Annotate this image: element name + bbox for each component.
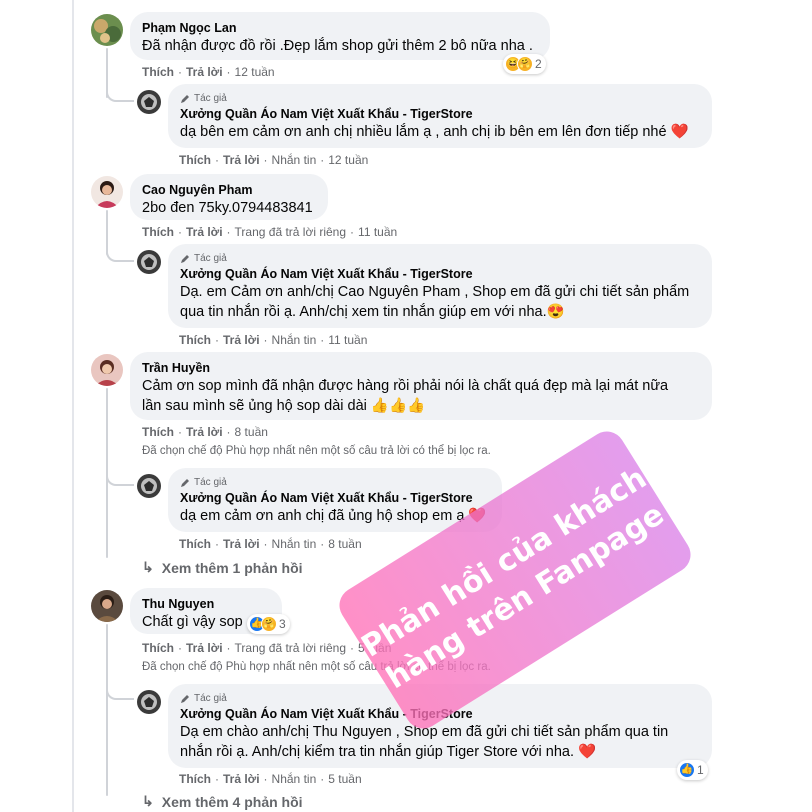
reply-time[interactable]: 5 tuần bbox=[328, 772, 361, 786]
reply-arrow-icon: ↳ bbox=[142, 793, 154, 809]
sent-status: Nhắn tin bbox=[271, 537, 317, 551]
private-reply-status: Trang đã trả lời riêng bbox=[234, 225, 347, 239]
like-action[interactable]: Thích bbox=[142, 425, 174, 439]
reply-action[interactable]: Trả lời bbox=[186, 225, 223, 239]
page-name[interactable]: Xưởng Quần Áo Nam Việt Xuất Khẩu - Tiger… bbox=[180, 106, 700, 122]
like-action[interactable]: Thích bbox=[142, 641, 174, 655]
pen-icon bbox=[181, 95, 189, 103]
sent-status: Nhắn tin bbox=[271, 333, 317, 347]
reply-text-line: Dạ. em Cảm ơn anh/chị Cao Nguyên Pham , … bbox=[180, 284, 690, 300]
reply-action[interactable]: Trả lời bbox=[186, 65, 223, 79]
thread-elbow bbox=[106, 238, 134, 262]
reply-bubble: Tác giả Xưởng Quần Áo Nam Việt Xuất Khẩu… bbox=[168, 244, 712, 328]
like-action[interactable]: Thích bbox=[179, 333, 211, 347]
like-action[interactable]: Thích bbox=[179, 537, 211, 551]
comment-bubble: Cao Nguyên Pham 2bo đen 75ky.0794483841 bbox=[130, 174, 328, 220]
reply-time[interactable]: 8 tuần bbox=[328, 537, 361, 551]
commenter-name[interactable]: Phạm Ngọc Lan bbox=[142, 20, 538, 36]
view-more-replies[interactable]: ↳ Xem thêm 1 phản hồi bbox=[142, 559, 303, 576]
thread-elbow bbox=[106, 462, 134, 486]
reply-text-line: Dạ em chào anh/chị Thu Nguyen , Shop em … bbox=[180, 724, 669, 740]
care-reaction-icon: 🤗 bbox=[261, 616, 277, 632]
like-action[interactable]: Thích bbox=[179, 772, 211, 786]
reply-action[interactable]: Trả lời bbox=[223, 153, 260, 167]
private-reply-status: Trang đã trả lời riêng bbox=[234, 641, 347, 655]
reaction-count: 1 bbox=[697, 763, 704, 777]
reply-action[interactable]: Trả lời bbox=[186, 425, 223, 439]
reply-time[interactable]: 11 tuần bbox=[328, 333, 367, 347]
comment-bubble: Phạm Ngọc Lan Đã nhận được đồ rồi .Đẹp l… bbox=[130, 12, 550, 60]
comment-text: Đã nhận được đồ rồi .Đẹp lắm shop gửi th… bbox=[142, 38, 533, 54]
reply-arrow-icon: ↳ bbox=[142, 559, 154, 575]
comment-text-line: Cảm ơn sop mình đã nhận được hàng rồi ph… bbox=[142, 378, 669, 394]
commenter-name[interactable]: Trần Huyền bbox=[142, 360, 700, 376]
sent-status: Nhắn tin bbox=[271, 153, 317, 167]
page-name[interactable]: Xưởng Quần Áo Nam Việt Xuất Khẩu - Tiger… bbox=[180, 490, 490, 506]
reply-action[interactable]: Trả lời bbox=[223, 333, 260, 347]
reply-actions: Thích · Trả lời · Nhắn tin · 8 tuần bbox=[179, 537, 362, 551]
avatar[interactable] bbox=[91, 590, 123, 622]
like-reaction-icon: 👍 bbox=[679, 762, 695, 778]
view-more-replies[interactable]: ↳ Xem thêm 4 phản hồi bbox=[142, 793, 303, 810]
like-action[interactable]: Thích bbox=[142, 65, 174, 79]
reply-action[interactable]: Trả lời bbox=[186, 641, 223, 655]
reply-action[interactable]: Trả lời bbox=[223, 772, 260, 786]
comment-time[interactable]: 12 tuần bbox=[235, 65, 275, 79]
reaction-summary[interactable]: 👍 🤗 3 bbox=[247, 614, 290, 634]
feed-left-border bbox=[72, 0, 74, 812]
reply-text-line: nhắn rồi ạ. Anh/chị kiểm tra tin nhắn gi… bbox=[180, 744, 597, 760]
comment-text-line: lần sau mình sẽ ủng hộ sop dài dài 👍👍👍 bbox=[142, 398, 426, 414]
reply-actions: Thích · Trả lời · Nhắn tin · 11 tuần bbox=[179, 333, 368, 347]
reaction-count: 2 bbox=[535, 57, 542, 71]
care-reaction-icon: 🤗 bbox=[517, 56, 533, 72]
reaction-summary[interactable]: 👍 1 bbox=[677, 760, 708, 780]
reply-text-line: qua tin nhắn rồi ạ. Anh/chị xem tin nhắn… bbox=[180, 304, 565, 320]
reply-text: dạ em cảm ơn anh chị đã ủng hộ shop em ạ… bbox=[180, 508, 487, 524]
reply-actions: Thích · Trả lời · Nhắn tin · 12 tuần bbox=[179, 153, 369, 167]
avatar[interactable] bbox=[91, 176, 123, 208]
page-avatar[interactable] bbox=[137, 474, 161, 498]
like-action[interactable]: Thích bbox=[179, 153, 211, 167]
reply-actions: Thích · Trả lời · Nhắn tin · 5 tuần bbox=[179, 772, 362, 786]
thread-elbow bbox=[106, 676, 134, 700]
like-action[interactable]: Thích bbox=[142, 225, 174, 239]
reaction-summary[interactable]: 😆 🤗 2 bbox=[503, 54, 546, 74]
comment-text: 2bo đen 75ky.0794483841 bbox=[142, 200, 313, 216]
filter-note: Đã chọn chế độ Phù hợp nhất nên một số c… bbox=[142, 445, 491, 457]
comment-time[interactable]: 11 tuần bbox=[358, 225, 397, 239]
avatar[interactable] bbox=[91, 354, 123, 386]
thread-line bbox=[106, 624, 108, 796]
pen-icon bbox=[181, 479, 189, 487]
commenter-name[interactable]: Thu Nguyen bbox=[142, 596, 270, 612]
page-avatar[interactable] bbox=[137, 690, 161, 714]
author-badge: Tác giả bbox=[180, 92, 700, 106]
comment-actions: Thích · Trả lời · 8 tuần bbox=[142, 425, 268, 439]
reply-action[interactable]: Trả lời bbox=[223, 537, 260, 551]
commenter-name[interactable]: Cao Nguyên Pham bbox=[142, 182, 316, 198]
reply-time[interactable]: 12 tuần bbox=[328, 153, 368, 167]
page-name[interactable]: Xưởng Quần Áo Nam Việt Xuất Khẩu - Tiger… bbox=[180, 266, 700, 282]
reply-bubble: Tác giả Xưởng Quần Áo Nam Việt Xuất Khẩu… bbox=[168, 468, 502, 532]
comment-actions: Thích · Trả lời · Trang đã trả lời riêng · 11 … bbox=[142, 225, 398, 239]
reply-text: dạ bên em cảm ơn anh chị nhiều lắm ạ , a… bbox=[180, 124, 689, 140]
page-avatar[interactable] bbox=[137, 250, 161, 274]
comment-time[interactable]: 8 tuần bbox=[235, 425, 268, 439]
author-badge: Tác giả bbox=[180, 252, 700, 266]
comment-actions: Thích · Trả lời · 12 tuần bbox=[142, 65, 275, 79]
reaction-count: 3 bbox=[279, 617, 286, 631]
avatar[interactable] bbox=[91, 14, 123, 46]
author-badge: Tác giả bbox=[180, 476, 490, 490]
comment-bubble: Trần Huyền Cảm ơn sop mình đã nhận được … bbox=[130, 352, 712, 420]
pen-icon bbox=[181, 695, 189, 703]
reply-bubble: Tác giả Xưởng Quần Áo Nam Việt Xuất Khẩu… bbox=[168, 84, 712, 148]
pen-icon bbox=[181, 255, 189, 263]
sent-status: Nhắn tin bbox=[271, 772, 317, 786]
thread-elbow bbox=[106, 80, 134, 102]
page-avatar[interactable] bbox=[137, 90, 161, 114]
comment-actions: Thích·Trả lời·Trang đã trả lời riêng·5 t… bbox=[142, 640, 391, 656]
